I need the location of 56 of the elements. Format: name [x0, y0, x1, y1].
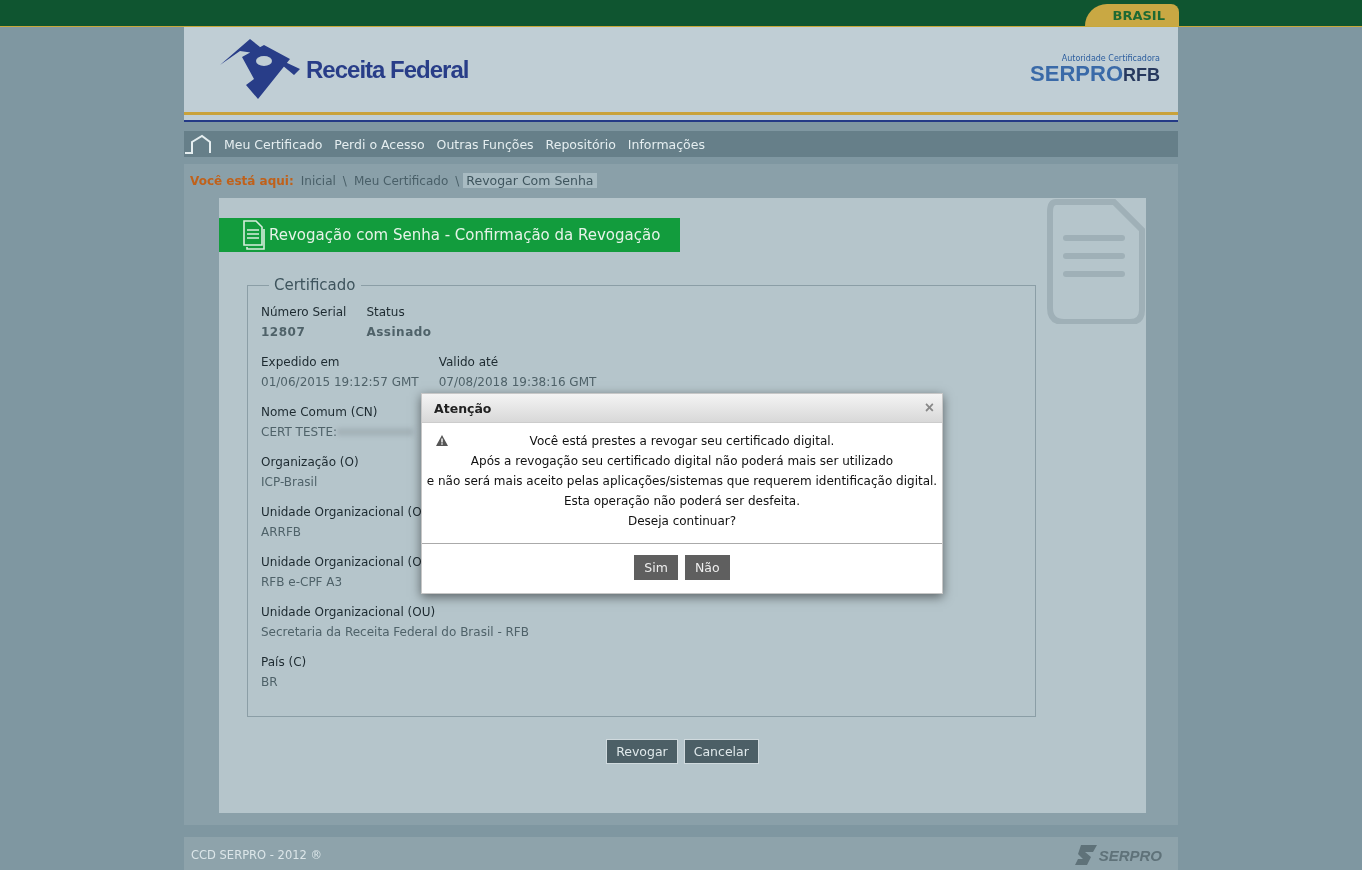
authority-name: SERPRO — [1030, 62, 1123, 85]
breadcrumb-separator: \ — [455, 173, 460, 188]
dialog-button[interactable]: Não — [684, 555, 730, 580]
nav-link[interactable]: Meu Certificado — [224, 136, 323, 152]
panel-legend: Certificado — [269, 276, 361, 294]
brasil-badge: BRASIL — [1084, 4, 1179, 26]
emblem-icon — [220, 38, 300, 101]
breadcrumb-link[interactable]: Meu Certificado — [350, 173, 452, 188]
logo-text: Receita Federal — [306, 55, 469, 84]
copyright-text: CCD SERPRO - 2012 ® — [191, 848, 322, 862]
warning-icon — [436, 435, 448, 446]
field-label: Unidade Organizacional (O — [261, 554, 422, 570]
action-button[interactable]: Cancelar — [683, 739, 759, 764]
field-label: Status — [366, 304, 406, 320]
page-title: Revogação com Senha - Confirmação da Revogação — [269, 226, 661, 244]
dialog-message: e não será mais aceito pelas aplicações/sistemas que requerem identificação digital. — [426, 473, 938, 490]
field-value: 01/06/2015 19:12:57 GMT — [261, 374, 419, 390]
nav-link[interactable]: Outras Funções — [436, 136, 534, 152]
field-label: Unidade Organizacional (O — [261, 504, 422, 520]
field-label: Número Serial — [261, 304, 347, 320]
field-value: 07/08/2018 19:38:16 GMT — [438, 374, 597, 390]
s-emblem-icon — [1074, 844, 1097, 866]
field-value: BR — [261, 674, 278, 690]
authority-suffix: RFB — [1123, 64, 1160, 86]
field-value: Secretaria da Receita Federal do Brasil - RFB — [261, 624, 529, 640]
dialog-message: Esta operação não poderá ser desfeita. — [563, 493, 801, 510]
field-value: ARRFB — [261, 524, 302, 540]
field-label: Unidade Organizacional (OU) — [261, 604, 437, 620]
nav-link[interactable]: Perdi o Acesso — [334, 136, 425, 152]
document-icon — [1046, 198, 1146, 324]
dialog-message: Deseja continuar? — [627, 513, 737, 530]
home-icon[interactable] — [184, 134, 212, 154]
dialog-message: Após a revogação seu certificado digital não poderá mais ser utilizado — [470, 453, 894, 470]
dialog-button[interactable]: Sim — [634, 555, 678, 580]
breadcrumb-link[interactable]: Revogar Com Senha — [463, 173, 597, 188]
field-label: Expedido em — [261, 354, 341, 370]
document-icon — [241, 219, 265, 251]
action-button[interactable]: Revogar — [606, 739, 678, 764]
field-label: Nome Comum (CN) — [261, 404, 379, 420]
field-label: País (C) — [261, 654, 307, 670]
close-button[interactable]: × — [924, 399, 934, 417]
field-label: Valido até — [438, 354, 500, 370]
nav-link[interactable]: Repositório — [545, 136, 616, 152]
nav-link[interactable]: Informações — [627, 136, 705, 152]
authority-caption: Autoridade Certificadora — [1061, 53, 1160, 63]
field-value: RFB e-CPF A3 — [261, 574, 343, 590]
field-value: CERT TESTE: — [261, 424, 338, 440]
field-value: 12807 — [261, 324, 306, 340]
field-label: Organização (O) — [261, 454, 359, 470]
breadcrumb-link[interactable]: Inicial — [297, 173, 339, 188]
breadcrumb-separator: \ — [342, 173, 347, 188]
breadcrumb-label: Você está aqui: — [190, 173, 294, 188]
field-value: Assinado — [366, 324, 432, 340]
dialog-message: Você está prestes a revogar seu certificado digital. — [529, 433, 835, 450]
field-value: ICP-Brasil — [261, 474, 318, 490]
dialog-title: Atenção — [434, 400, 492, 416]
